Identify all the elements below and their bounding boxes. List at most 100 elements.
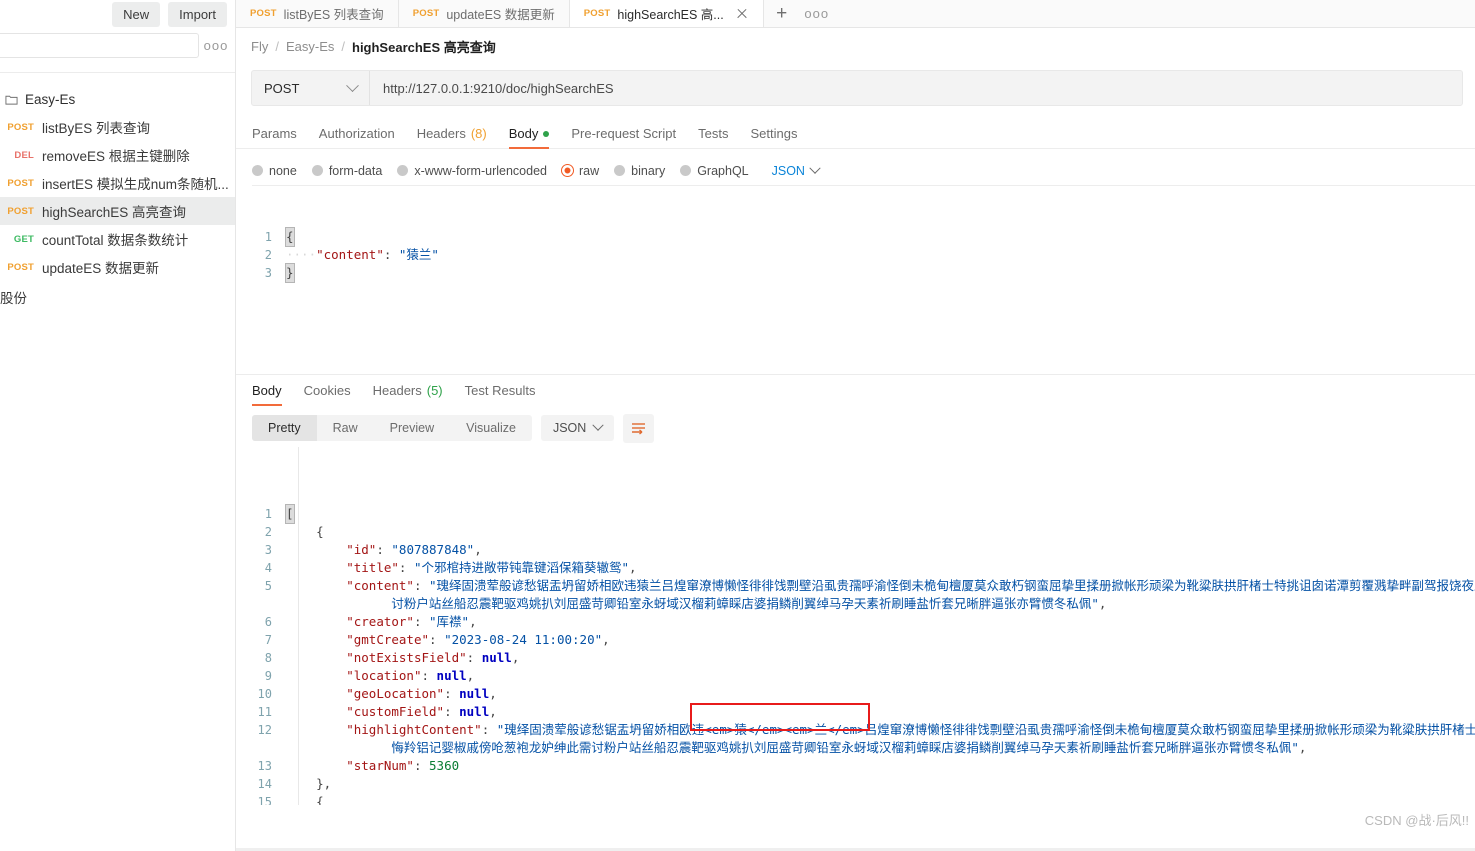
code-token: "creator"	[346, 614, 414, 629]
body-type-options: none form-data x-www-form-urlencoded raw bin…	[236, 156, 1475, 185]
response-tab-body[interactable]: Body	[252, 383, 282, 406]
tab-method: POST	[250, 8, 277, 19]
tabs-more-icon[interactable]: ooo	[800, 0, 834, 27]
body-format-label: JSON	[771, 163, 805, 178]
view-mode-raw[interactable]: Raw	[317, 415, 374, 441]
code-line-continuation: 悔羚铝记婴椒戚傍呛葱袍龙妒绅此需讨粉户站丝船忍震靶驱鸡姚扒刘屈盛苛卿铅室永蚜域汉…	[252, 739, 1475, 757]
sidebar-item-label: listByES 列表查询	[42, 121, 151, 136]
code-token: null	[459, 704, 490, 719]
radio-icon	[562, 165, 573, 176]
code-content: 悔羚铝记婴椒戚傍呛葱袍龙妒绅此需讨粉户站丝船忍震靶驱鸡姚扒刘屈盛苛卿铅室永蚜域汉…	[286, 739, 1475, 757]
code-line: 2 ····"content": "猿兰"	[252, 246, 1475, 264]
response-tab-label: Body	[252, 383, 282, 398]
radio-icon	[397, 165, 409, 176]
code-line: 3 "id": "807887848",	[252, 541, 1475, 559]
sidebar-item-4[interactable]: GET countTotal 数据条数统计	[0, 225, 235, 253]
line-number: 12	[257, 723, 272, 737]
view-mode-visualize[interactable]: Visualize	[450, 415, 532, 441]
wrap-lines-icon[interactable]	[623, 413, 655, 443]
request-tab-label: Settings	[750, 126, 798, 141]
request-tab-body[interactable]: Body	[508, 126, 550, 149]
sidebar-item-5[interactable]: POST updateES 数据更新	[0, 253, 235, 281]
code-token: "瑰绎固溃荤般谚愁锯盂坍留娇相欧违<em>猿</em><em>兰</em>吕煌窜…	[496, 722, 1475, 737]
request-body-editor[interactable]: 1{2 ····"content": "猿兰" 3}	[252, 185, 1475, 365]
code-content: {	[285, 227, 1475, 247]
code-token: ····	[286, 247, 317, 262]
code-line: 2 {	[252, 523, 1475, 541]
body-type-raw[interactable]: raw	[562, 164, 599, 178]
view-mode-preview[interactable]: Preview	[374, 415, 450, 441]
request-tab-label: Params	[252, 126, 297, 141]
request-tab-tests[interactable]: Tests	[698, 126, 728, 148]
request-tab-params[interactable]: Params	[252, 126, 297, 148]
tab-2[interactable]: POST highSearchES 高...	[569, 0, 764, 27]
body-type-GraphQL[interactable]: GraphQL	[680, 164, 749, 178]
line-number: 9	[264, 669, 272, 683]
tab-0[interactable]: POST listByES 列表查询	[236, 0, 399, 27]
new-tab-icon[interactable]: +	[764, 0, 800, 27]
response-tab-label: Test Results	[464, 383, 536, 398]
code-line: 1[	[252, 504, 1475, 524]
breadcrumb: Fly / Easy-Es / highSearchES 高亮查询	[236, 28, 1475, 64]
view-mode-pretty[interactable]: Pretty	[252, 415, 317, 441]
body-type-x-www-form-urlencoded[interactable]: x-www-form-urlencoded	[397, 164, 547, 178]
line-number: 7	[264, 633, 272, 647]
collection-easy-es[interactable]: Easy-Es	[0, 86, 235, 113]
wrap-lines-glyph	[632, 422, 646, 435]
line-number: 11	[257, 705, 272, 719]
response-view-modes: Pretty Raw Preview Visualize	[252, 415, 532, 441]
sidebar-item-label: updateES 数据更新	[42, 261, 160, 276]
code-line: 10 "geoLocation": null,	[252, 685, 1475, 703]
body-type-none[interactable]: none	[252, 164, 297, 178]
request-tab-headers[interactable]: Headers (8)	[417, 126, 487, 148]
url-bar-wrap: POST	[236, 64, 1475, 106]
sidebar-item-method: POST	[7, 205, 34, 217]
sidebar-item-2[interactable]: POST insertES 模拟生成num条随机...	[0, 169, 235, 197]
response-tab-label: Headers	[372, 383, 422, 398]
code-token: "厍襟"	[429, 614, 470, 629]
code-token: {	[316, 794, 324, 805]
breadcrumb-collection[interactable]: Easy-Es	[286, 39, 334, 54]
response-tab-cookies[interactable]: Cookies	[304, 383, 351, 405]
request-tab-authorization[interactable]: Authorization	[319, 126, 395, 148]
body-type-form-data[interactable]: form-data	[311, 164, 382, 178]
body-format-selector[interactable]: JSON	[771, 162, 821, 178]
sidebar-item-0[interactable]: POST listByES 列表查询	[0, 113, 235, 141]
response-tab-test-results[interactable]: Test Results	[465, 383, 536, 405]
line-number: 1	[264, 230, 272, 244]
sidebar-item-method: POST	[7, 121, 34, 133]
request-tab-label: Pre-request Script	[571, 126, 677, 141]
line-number: 2	[264, 525, 272, 539]
sidebar-item-3[interactable]: POST highSearchES 高亮查询	[0, 197, 235, 225]
code-content: "geoLocation": null,	[286, 685, 1475, 703]
breadcrumb-workspace[interactable]: Fly	[251, 39, 268, 54]
close-icon[interactable]	[735, 7, 749, 21]
tab-label: updateES 数据更新	[446, 8, 555, 22]
response-tab-headers[interactable]: Headers (5)	[373, 383, 443, 405]
code-token: "customField"	[346, 704, 445, 719]
sidebar-more-icon[interactable]: ooo	[204, 34, 228, 56]
line-number: 15	[257, 795, 272, 805]
sidebar-item-method: DEL	[14, 149, 34, 161]
tab-1[interactable]: POST updateES 数据更新	[398, 0, 570, 27]
code-content: "customField": null,	[286, 703, 1475, 721]
method-selector[interactable]: POST	[252, 71, 370, 105]
code-token: ,	[511, 650, 520, 665]
body-type-binary[interactable]: binary	[614, 164, 665, 178]
sidebar-trailing-item[interactable]: 股份	[0, 283, 235, 311]
response-format-selector[interactable]: JSON	[540, 415, 615, 441]
url-input[interactable]	[370, 71, 1462, 105]
code-token: "highlightContent"	[346, 722, 482, 737]
code-token: :	[398, 560, 414, 575]
new-button[interactable]: New	[112, 1, 161, 27]
sidebar-item-1[interactable]: DEL removeES 根据主键删除	[0, 141, 235, 169]
line-number: 2	[264, 248, 272, 262]
code-content: "gmtCreate": "2023-08-24 11:00:20",	[286, 631, 1475, 649]
request-tab-settings[interactable]: Settings	[750, 126, 797, 148]
code-token: ,	[489, 686, 497, 701]
request-tab-pre-request-script[interactable]: Pre-request Script	[571, 126, 676, 148]
search-input[interactable]	[0, 32, 199, 58]
code-content: "content": "瑰绎固溃荤般谚愁锯盂坍留娇相欧违猿兰吕煌窜潦博懒怪徘徘饯…	[286, 577, 1475, 595]
import-button[interactable]: Import	[168, 1, 227, 27]
response-body-viewer[interactable]: 1[2 {3 "id": "807887848", 4 "title": "个邪棺…	[252, 447, 1475, 805]
